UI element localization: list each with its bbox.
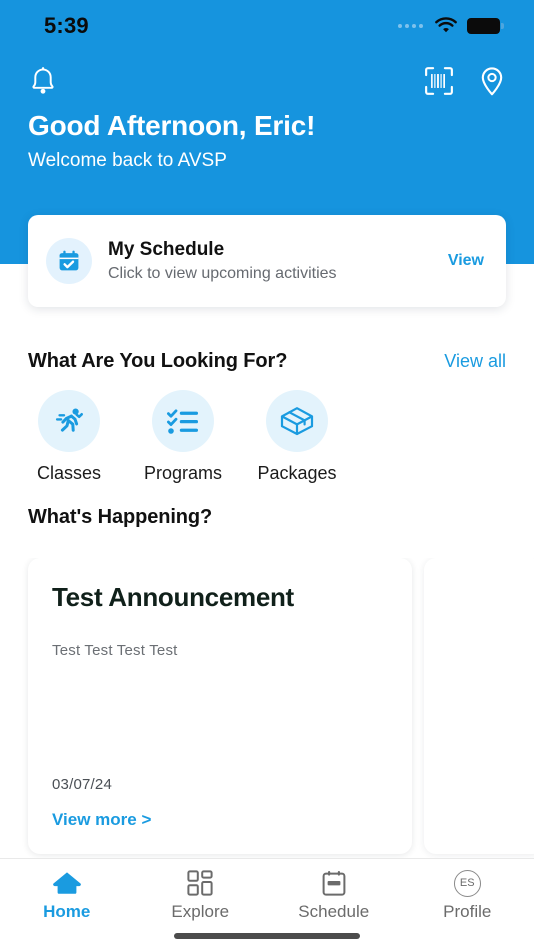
status-bar: 5:39 — [0, 0, 534, 52]
happening-section-header: What's Happening? — [0, 506, 534, 529]
nav-label: Explore — [171, 902, 230, 921]
category-item-programs[interactable]: Programs — [142, 390, 224, 484]
checklist-icon — [152, 390, 214, 452]
my-schedule-title: My Schedule — [108, 238, 225, 260]
category-label: Packages — [257, 463, 337, 483]
header-actions — [424, 66, 506, 97]
app-screen: 5:39 Good Afternoon, Eric! Welcome back … — [0, 0, 534, 950]
barcode-scanner-icon[interactable] — [424, 66, 454, 96]
header-icon-row — [0, 58, 534, 104]
calendar-check-icon — [46, 238, 92, 284]
status-bar-indicators — [398, 17, 504, 35]
nav-item-home[interactable]: Home — [0, 869, 134, 922]
package-box-icon — [266, 390, 328, 452]
grid-icon — [187, 869, 213, 897]
status-bar-time: 5:39 — [44, 13, 89, 38]
category-label: Programs — [143, 463, 223, 483]
looking-for-section: What Are You Looking For? View all Class… — [0, 350, 534, 484]
my-schedule-subtitle: Click to view upcoming activities — [108, 264, 337, 282]
announcement-date: 03/07/24 — [52, 776, 112, 793]
wifi-icon — [435, 17, 457, 33]
looking-for-header: What Are You Looking For? View all — [0, 350, 534, 373]
announcement-body: Test Test Test Test — [52, 642, 178, 659]
running-person-icon — [38, 390, 100, 452]
looking-for-view-all-link[interactable]: View all — [444, 351, 506, 372]
announcement-card-next-peek[interactable] — [424, 558, 534, 854]
home-icon — [52, 869, 82, 897]
avatar-icon: ES — [453, 869, 481, 897]
nav-item-explore[interactable]: Explore — [134, 869, 268, 922]
nav-item-schedule[interactable]: Schedule — [267, 869, 401, 922]
announcement-card[interactable]: Test Announcement Test Test Test Test 03… — [28, 558, 412, 854]
my-schedule-text: My Schedule Click to view upcoming activ… — [108, 238, 448, 285]
announcement-spacer — [52, 662, 388, 776]
greeting-title: Good Afternoon, Eric! — [28, 110, 316, 141]
greeting-block: Good Afternoon, Eric! Welcome back to AV… — [28, 108, 498, 174]
nav-label: Schedule — [298, 902, 370, 921]
category-item-classes[interactable]: Classes — [28, 390, 110, 484]
bell-icon[interactable] — [28, 66, 58, 97]
avatar-initials: ES — [453, 869, 481, 897]
announcement-carousel[interactable]: Test Announcement Test Test Test Test 03… — [0, 558, 534, 858]
category-label: Classes — [36, 463, 102, 483]
signal-dots-icon — [398, 24, 423, 28]
nav-label: Home — [43, 902, 91, 921]
announcement-title: Test Announcement — [52, 582, 294, 612]
map-pin-icon[interactable] — [478, 66, 506, 97]
home-indicator — [174, 933, 360, 939]
nav-label: Profile — [443, 902, 492, 921]
greeting-subtitle: Welcome back to AVSP — [28, 150, 227, 171]
looking-for-title: What Are You Looking For? — [28, 350, 288, 372]
calendar-icon — [321, 869, 347, 897]
my-schedule-card[interactable]: My Schedule Click to view upcoming activ… — [28, 215, 506, 307]
category-item-packages[interactable]: Packages — [256, 390, 338, 484]
category-list: Classes Programs Packages — [0, 390, 534, 484]
announcement-view-more-link[interactable]: View more > — [52, 810, 388, 830]
battery-full-icon — [467, 18, 504, 34]
happening-title: What's Happening? — [28, 506, 213, 528]
my-schedule-view-button[interactable]: View — [448, 252, 484, 270]
nav-item-profile[interactable]: ES Profile — [401, 869, 534, 922]
